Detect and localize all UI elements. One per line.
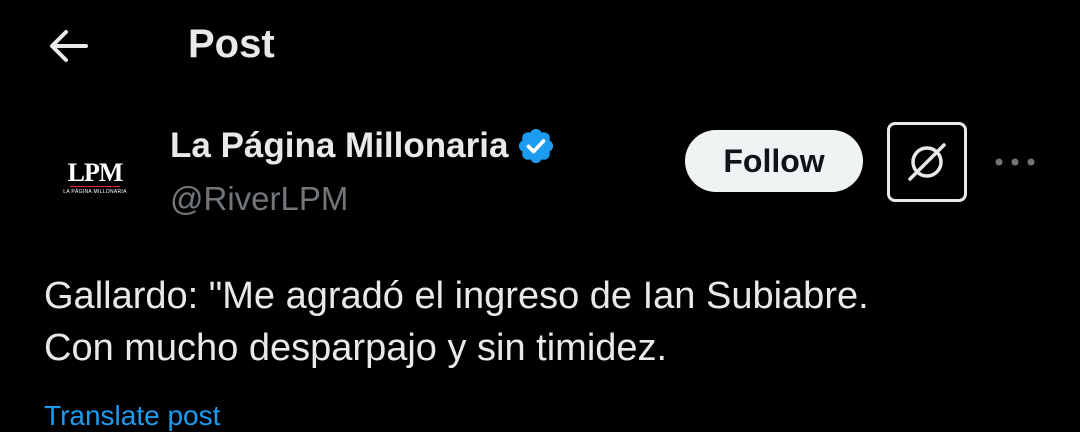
- translate-post-link[interactable]: Translate post: [44, 400, 220, 432]
- grok-icon: [908, 143, 946, 181]
- post-text-line: Gallardo: "Me agradó el ingreso de Ian S…: [44, 275, 869, 317]
- arrow-left-icon: [50, 30, 88, 62]
- more-options-icon: [995, 158, 1035, 166]
- post-text: Gallardo: "Me agradó el ingreso de Ian S…: [44, 270, 1044, 374]
- follow-button[interactable]: Follow: [685, 130, 863, 192]
- avatar-logo-subtext: LA PÁGINA MILLONARIA: [63, 189, 127, 195]
- author-display-name[interactable]: La Página Millonaria: [170, 126, 508, 166]
- avatar-logo-text: LPM: [67, 158, 124, 187]
- verified-badge-icon[interactable]: [516, 126, 556, 166]
- author-handle[interactable]: @RiverLPM: [170, 180, 348, 218]
- more-options-button[interactable]: [990, 142, 1040, 182]
- avatar-logo-line: [70, 186, 120, 187]
- author-name-row: La Página Millonaria: [170, 126, 556, 166]
- page-title: Post: [188, 22, 275, 66]
- post-text-line: Con mucho desparpajo y sin timidez.: [44, 327, 668, 369]
- grok-button[interactable]: [887, 122, 967, 202]
- avatar[interactable]: LPM LA PÁGINA MILLONARIA: [46, 126, 144, 224]
- back-button[interactable]: [44, 24, 92, 68]
